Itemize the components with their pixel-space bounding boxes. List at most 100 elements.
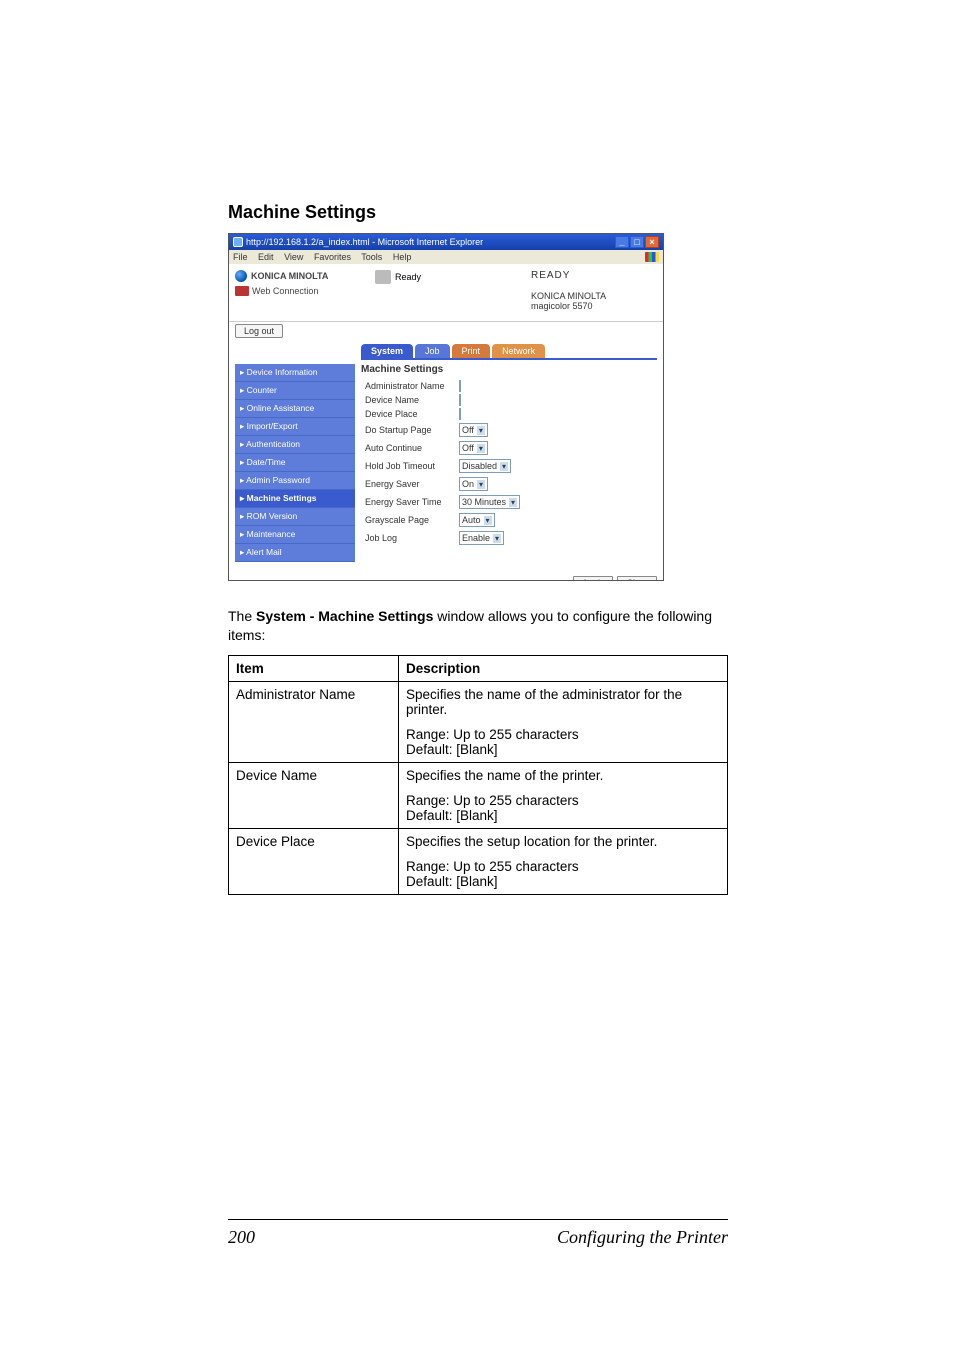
label-admin-name: Administrator Name <box>359 381 459 391</box>
nav-alert-mail[interactable]: ▸ Alert Mail <box>235 544 355 562</box>
select-auto-continue-value: Off <box>462 443 474 453</box>
page-number: 200 <box>228 1227 255 1248</box>
chevron-down-icon: ▾ <box>500 462 508 471</box>
section-heading: Machine Settings <box>228 202 728 223</box>
chevron-down-icon: ▾ <box>477 426 485 435</box>
chevron-down-icon: ▾ <box>509 498 517 507</box>
menu-tools[interactable]: Tools <box>361 252 382 262</box>
cell-item: Device Name <box>229 762 399 828</box>
label-hold-job-timeout: Hold Job Timeout <box>359 461 459 471</box>
menu-help[interactable]: Help <box>393 252 412 262</box>
label-energy-saver-time: Energy Saver Time <box>359 497 459 507</box>
select-auto-continue[interactable]: Off▾ <box>459 441 488 455</box>
nav-authentication[interactable]: ▸ Authentication <box>235 436 355 454</box>
desc-text: Specifies the name of the administrator … <box>406 687 720 717</box>
tab-print[interactable]: Print <box>452 344 491 358</box>
intro-bold: System - Machine Settings <box>256 608 433 624</box>
select-energy-saver-time[interactable]: 30 Minutes▾ <box>459 495 520 509</box>
tab-system[interactable]: System <box>361 344 413 358</box>
select-grayscale-page-value: Auto <box>462 515 481 525</box>
nav-import-export[interactable]: ▸ Import/Export <box>235 418 355 436</box>
pagescope-text: Web Connection <box>252 286 318 296</box>
label-job-log: Job Log <box>359 533 459 543</box>
cell-item: Administrator Name <box>229 681 399 762</box>
label-energy-saver: Energy Saver <box>359 479 459 489</box>
select-energy-saver[interactable]: On▾ <box>459 477 488 491</box>
nav-admin-password[interactable]: ▸ Admin Password <box>235 472 355 490</box>
select-energy-saver-value: On <box>462 479 474 489</box>
page-footer: 200 Configuring the Printer <box>228 1227 728 1248</box>
intro-paragraph: The System - Machine Settings window all… <box>228 607 728 645</box>
nav-maintenance[interactable]: ▸ Maintenance <box>235 526 355 544</box>
select-grayscale-page[interactable]: Auto▾ <box>459 513 495 527</box>
footer-rule <box>228 1219 728 1220</box>
input-admin-name[interactable] <box>459 380 461 392</box>
nav-device-information[interactable]: ▸ Device Information <box>235 364 355 382</box>
table-row: Device Name Specifies the name of the pr… <box>229 762 728 828</box>
desc-text: Specifies the setup location for the pri… <box>406 834 720 849</box>
nav-counter[interactable]: ▸ Counter <box>235 382 355 400</box>
window-minimize-icon[interactable]: _ <box>615 236 629 248</box>
desc-text: Specifies the name of the printer. <box>406 768 720 783</box>
desc-default: Default: [Blank] <box>406 742 720 757</box>
select-hold-job-timeout[interactable]: Disabled▾ <box>459 459 511 473</box>
desc-range: Range: Up to 255 characters <box>406 793 720 808</box>
select-job-log[interactable]: Enable▾ <box>459 531 504 545</box>
desc-range: Range: Up to 255 characters <box>406 727 720 742</box>
ie-icon <box>233 237 243 247</box>
select-job-log-value: Enable <box>462 533 490 543</box>
window-maximize-icon[interactable]: □ <box>630 236 644 248</box>
screenshot-figure: http://192.168.1.2/a_index.html - Micros… <box>228 233 664 581</box>
footer-text: Configuring the Printer <box>557 1227 728 1248</box>
chevron-down-icon: ▾ <box>477 480 485 489</box>
nav-machine-settings[interactable]: ▸ Machine Settings <box>235 490 355 508</box>
input-device-name[interactable] <box>459 394 461 406</box>
pagescope-logo: Web Connection <box>235 286 375 296</box>
chevron-down-icon: ▾ <box>477 444 485 453</box>
label-auto-continue: Auto Continue <box>359 443 459 453</box>
label-device-name: Device Name <box>359 395 459 405</box>
tab-network[interactable]: Network <box>492 344 545 358</box>
table-header-row: Item Description <box>229 655 728 681</box>
table-row: Administrator Name Specifies the name of… <box>229 681 728 762</box>
ie-menu-bar: File Edit View Favorites Tools Help <box>229 250 663 264</box>
menu-favorites[interactable]: Favorites <box>314 252 351 262</box>
brand-text: KONICA MINOLTA <box>251 271 328 281</box>
menu-view[interactable]: View <box>284 252 303 262</box>
cell-desc: Specifies the setup location for the pri… <box>399 828 728 894</box>
desc-range: Range: Up to 255 characters <box>406 859 720 874</box>
clear-button[interactable]: Clear <box>617 576 657 581</box>
input-device-place[interactable] <box>459 408 461 420</box>
side-nav: ▸ Device Information ▸ Counter ▸ Online … <box>235 364 355 562</box>
apply-button[interactable]: Apply <box>573 576 614 581</box>
cell-item: Device Place <box>229 828 399 894</box>
label-grayscale-page: Grayscale Page <box>359 515 459 525</box>
nav-online-assistance[interactable]: ▸ Online Assistance <box>235 400 355 418</box>
menu-edit[interactable]: Edit <box>258 252 274 262</box>
ie-title-text: http://192.168.1.2/a_index.html - Micros… <box>246 237 483 247</box>
windows-flag-icon <box>645 252 659 262</box>
col-description: Description <box>399 655 728 681</box>
ie-title-bar: http://192.168.1.2/a_index.html - Micros… <box>229 234 663 250</box>
select-hold-job-timeout-value: Disabled <box>462 461 497 471</box>
desc-default: Default: [Blank] <box>406 808 720 823</box>
chevron-down-icon: ▾ <box>493 534 501 543</box>
window-close-icon[interactable]: × <box>645 236 659 248</box>
tab-job[interactable]: Job <box>415 344 450 358</box>
select-startup-page[interactable]: Off▾ <box>459 423 488 437</box>
select-startup-page-value: Off <box>462 425 474 435</box>
nav-rom-version[interactable]: ▸ ROM Version <box>235 508 355 526</box>
device-model: magicolor 5570 <box>531 301 657 311</box>
chevron-down-icon: ▾ <box>484 516 492 525</box>
cell-desc: Specifies the name of the administrator … <box>399 681 728 762</box>
col-item: Item <box>229 655 399 681</box>
brand-logo: KONICA MINOLTA <box>235 270 375 282</box>
label-device-place: Device Place <box>359 409 459 419</box>
cell-desc: Specifies the name of the printer. Range… <box>399 762 728 828</box>
nav-date-time[interactable]: ▸ Date/Time <box>235 454 355 472</box>
panel-title: Machine Settings <box>361 364 657 375</box>
device-brand: KONICA MINOLTA <box>531 291 657 301</box>
menu-file[interactable]: File <box>233 252 248 262</box>
brand-globe-icon <box>235 270 247 282</box>
logout-button[interactable]: Log out <box>235 324 283 338</box>
